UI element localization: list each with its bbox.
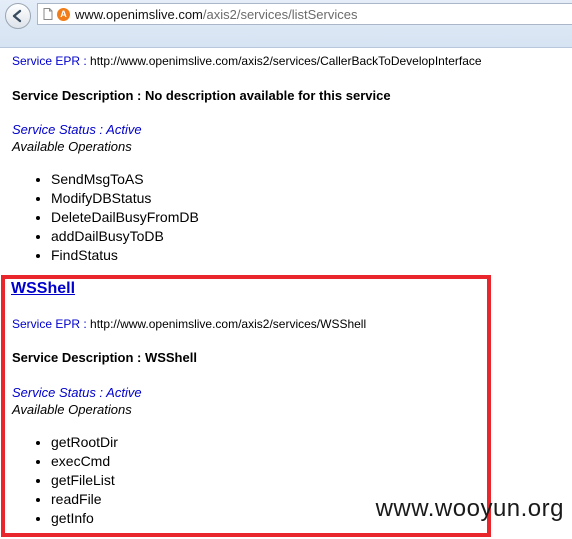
- epr-label: Service EPR :: [12, 54, 87, 68]
- back-button[interactable]: [5, 3, 31, 29]
- url-path: /axis2/services/listServices: [202, 6, 358, 22]
- epr-value: http://www.openimslive.com/axis2/service…: [90, 54, 482, 68]
- wsshell-service-epr: Service EPR : http://www.openimslive.com…: [12, 317, 366, 331]
- previous-service-epr: Service EPR : http://www.openimslive.com…: [12, 54, 482, 68]
- wsshell-available-operations: Available Operations: [12, 402, 132, 417]
- operation-item: getRootDir: [51, 433, 118, 452]
- operation-item: readFile: [51, 490, 118, 509]
- operation-item: FindStatus: [51, 246, 199, 265]
- url-host: www.openimslive.com: [75, 6, 203, 22]
- epr-label: Service EPR :: [12, 317, 87, 331]
- operation-item: DeleteDailBusyFromDB: [51, 208, 199, 227]
- wsshell-service-status: Service Status : Active: [12, 385, 142, 400]
- back-arrow-icon: [12, 9, 22, 23]
- operation-item: addDailBusyToDB: [51, 227, 199, 246]
- service-name-link[interactable]: WSShell: [11, 280, 75, 298]
- browser-toolbar: A www.openimslive.com/axis2/services/lis…: [0, 0, 572, 48]
- operation-item: execCmd: [51, 452, 118, 471]
- previous-service-operations-list: SendMsgToAS ModifyDBStatus DeleteDailBus…: [0, 170, 199, 265]
- wsshell-service-description: Service Description : WSShell: [12, 350, 197, 365]
- page-icon: [42, 8, 53, 21]
- address-bar[interactable]: A www.openimslive.com/axis2/services/lis…: [37, 3, 572, 25]
- wsshell-operations-list: getRootDir execCmd getFileList readFile …: [0, 433, 118, 528]
- url-text[interactable]: www.openimslive.com/axis2/services/listS…: [75, 7, 357, 22]
- site-favicon-icon: A: [57, 7, 70, 21]
- operation-item: getFileList: [51, 471, 118, 490]
- previous-service-available-operations: Available Operations: [12, 139, 132, 154]
- previous-service-status: Service Status : Active: [12, 122, 142, 137]
- operation-item: SendMsgToAS: [51, 170, 199, 189]
- previous-service-description: Service Description : No description ava…: [12, 88, 391, 103]
- watermark: www.wooyun.org: [375, 495, 564, 522]
- page-content: Service EPR : http://www.openimslive.com…: [0, 48, 572, 539]
- epr-value: http://www.openimslive.com/axis2/service…: [90, 317, 367, 331]
- operation-item: getInfo: [51, 509, 118, 528]
- operation-item: ModifyDBStatus: [51, 189, 199, 208]
